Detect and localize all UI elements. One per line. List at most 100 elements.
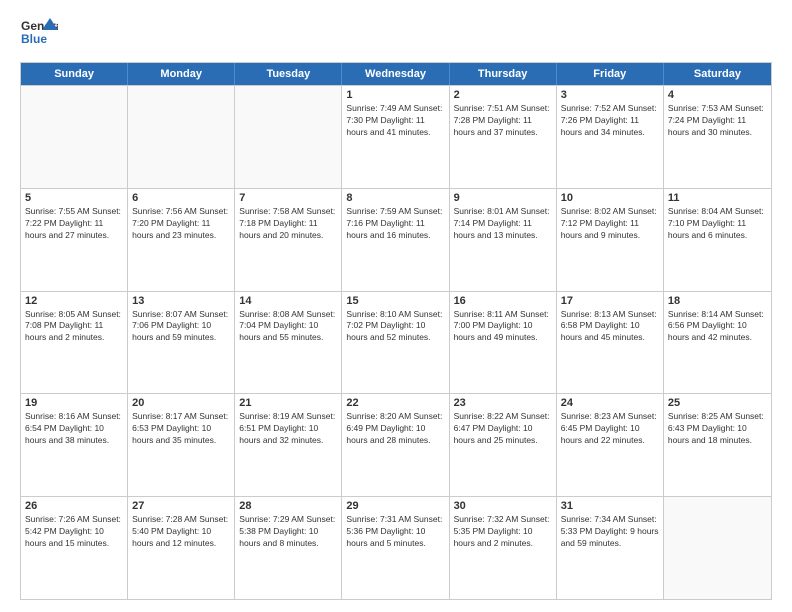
day-info: Sunrise: 8:08 AM Sunset: 7:04 PM Dayligh… bbox=[239, 309, 337, 345]
calendar-day-cell: 14 Sunrise: 8:08 AM Sunset: 7:04 PM Dayli… bbox=[235, 292, 342, 394]
calendar-day-cell: 9Sunrise: 8:01 AM Sunset: 7:14 PM Daylig… bbox=[450, 189, 557, 291]
day-info: Sunrise: 8:14 AM Sunset: 6:56 PM Dayligh… bbox=[668, 309, 767, 345]
day-info: Sunrise: 8:07 AM Sunset: 7:06 PM Dayligh… bbox=[132, 309, 230, 345]
day-info: Sunrise: 8:17 AM Sunset: 6:53 PM Dayligh… bbox=[132, 411, 230, 447]
day-number: 22 bbox=[346, 397, 444, 409]
calendar-row: 1Sunrise: 7:49 AM Sunset: 7:30 PM Daylig… bbox=[21, 85, 771, 188]
calendar-day-cell: 4 Sunrise: 7:53 AM Sunset: 7:24 PM Daylig… bbox=[664, 86, 771, 188]
day-number: 10 bbox=[561, 192, 659, 204]
day-number: 4 bbox=[668, 89, 767, 101]
day-info: Sunrise: 7:53 AM Sunset: 7:24 PM Dayligh… bbox=[668, 103, 767, 139]
day-number: 27 bbox=[132, 500, 230, 512]
day-info: Sunrise: 7:59 AM Sunset: 7:16 PM Dayligh… bbox=[346, 206, 444, 242]
day-number: 6 bbox=[132, 192, 230, 204]
weekday-header: Tuesday bbox=[235, 63, 342, 85]
calendar-day-cell: 5 Sunrise: 7:55 AM Sunset: 7:22 PM Daylig… bbox=[21, 189, 128, 291]
day-info: Sunrise: 8:10 AM Sunset: 7:02 PM Dayligh… bbox=[346, 309, 444, 345]
day-number: 21 bbox=[239, 397, 337, 409]
logo-icon: General Blue bbox=[20, 16, 58, 54]
empty-cell bbox=[235, 86, 342, 188]
calendar-day-cell: 18 Sunrise: 8:14 AM Sunset: 6:56 PM Dayli… bbox=[664, 292, 771, 394]
day-info: Sunrise: 8:11 AM Sunset: 7:00 PM Dayligh… bbox=[454, 309, 552, 345]
calendar-row: 5 Sunrise: 7:55 AM Sunset: 7:22 PM Daylig… bbox=[21, 188, 771, 291]
calendar-day-cell: 28 Sunrise: 7:29 AM Sunset: 5:38 PM Dayli… bbox=[235, 497, 342, 599]
calendar-day-cell: 10 Sunrise: 8:02 AM Sunset: 7:12 PM Dayli… bbox=[557, 189, 664, 291]
calendar-day-cell: 17Sunrise: 8:13 AM Sunset: 6:58 PM Dayli… bbox=[557, 292, 664, 394]
calendar-day-cell: 16Sunrise: 8:11 AM Sunset: 7:00 PM Dayli… bbox=[450, 292, 557, 394]
calendar-row: 26Sunrise: 7:26 AM Sunset: 5:42 PM Dayli… bbox=[21, 496, 771, 599]
day-number: 28 bbox=[239, 500, 337, 512]
calendar-day-cell: 23 Sunrise: 8:22 AM Sunset: 6:47 PM Dayli… bbox=[450, 394, 557, 496]
day-number: 15 bbox=[346, 295, 444, 307]
day-number: 7 bbox=[239, 192, 337, 204]
calendar-header: SundayMondayTuesdayWednesdayThursdayFrid… bbox=[21, 63, 771, 85]
day-info: Sunrise: 8:02 AM Sunset: 7:12 PM Dayligh… bbox=[561, 206, 659, 242]
calendar-day-cell: 1Sunrise: 7:49 AM Sunset: 7:30 PM Daylig… bbox=[342, 86, 449, 188]
day-number: 19 bbox=[25, 397, 123, 409]
calendar-day-cell: 30 Sunrise: 7:32 AM Sunset: 5:35 PM Dayli… bbox=[450, 497, 557, 599]
calendar-day-cell: 20 Sunrise: 8:17 AM Sunset: 6:53 PM Dayli… bbox=[128, 394, 235, 496]
day-number: 12 bbox=[25, 295, 123, 307]
calendar-day-cell: 24 Sunrise: 8:23 AM Sunset: 6:45 PM Dayli… bbox=[557, 394, 664, 496]
svg-text:Blue: Blue bbox=[21, 32, 47, 46]
weekday-header: Thursday bbox=[450, 63, 557, 85]
calendar-day-cell: 25 Sunrise: 8:25 AM Sunset: 6:43 PM Dayli… bbox=[664, 394, 771, 496]
day-number: 18 bbox=[668, 295, 767, 307]
day-number: 30 bbox=[454, 500, 552, 512]
day-info: Sunrise: 8:01 AM Sunset: 7:14 PM Dayligh… bbox=[454, 206, 552, 242]
calendar-day-cell: 12 Sunrise: 8:05 AM Sunset: 7:08 PM Dayli… bbox=[21, 292, 128, 394]
calendar-row: 19 Sunrise: 8:16 AM Sunset: 6:54 PM Dayli… bbox=[21, 393, 771, 496]
day-number: 14 bbox=[239, 295, 337, 307]
calendar: SundayMondayTuesdayWednesdayThursdayFrid… bbox=[20, 62, 772, 600]
day-info: Sunrise: 8:04 AM Sunset: 7:10 PM Dayligh… bbox=[668, 206, 767, 242]
day-info: Sunrise: 8:05 AM Sunset: 7:08 PM Dayligh… bbox=[25, 309, 123, 345]
empty-cell bbox=[664, 497, 771, 599]
day-info: Sunrise: 8:25 AM Sunset: 6:43 PM Dayligh… bbox=[668, 411, 767, 447]
day-number: 2 bbox=[454, 89, 552, 101]
day-info: Sunrise: 7:55 AM Sunset: 7:22 PM Dayligh… bbox=[25, 206, 123, 242]
calendar-day-cell: 11 Sunrise: 8:04 AM Sunset: 7:10 PM Dayli… bbox=[664, 189, 771, 291]
day-number: 11 bbox=[668, 192, 767, 204]
weekday-header: Wednesday bbox=[342, 63, 449, 85]
day-info: Sunrise: 7:56 AM Sunset: 7:20 PM Dayligh… bbox=[132, 206, 230, 242]
day-info: Sunrise: 7:32 AM Sunset: 5:35 PM Dayligh… bbox=[454, 514, 552, 550]
day-info: Sunrise: 8:16 AM Sunset: 6:54 PM Dayligh… bbox=[25, 411, 123, 447]
day-number: 24 bbox=[561, 397, 659, 409]
weekday-header: Monday bbox=[128, 63, 235, 85]
day-info: Sunrise: 7:34 AM Sunset: 5:33 PM Dayligh… bbox=[561, 514, 659, 550]
calendar-day-cell: 21 Sunrise: 8:19 AM Sunset: 6:51 PM Dayli… bbox=[235, 394, 342, 496]
weekday-header: Saturday bbox=[664, 63, 771, 85]
day-number: 5 bbox=[25, 192, 123, 204]
day-number: 25 bbox=[668, 397, 767, 409]
calendar-day-cell: 31 Sunrise: 7:34 AM Sunset: 5:33 PM Dayli… bbox=[557, 497, 664, 599]
calendar-day-cell: 22 Sunrise: 8:20 AM Sunset: 6:49 PM Dayli… bbox=[342, 394, 449, 496]
day-info: Sunrise: 8:20 AM Sunset: 6:49 PM Dayligh… bbox=[346, 411, 444, 447]
day-info: Sunrise: 8:13 AM Sunset: 6:58 PM Dayligh… bbox=[561, 309, 659, 345]
day-number: 1 bbox=[346, 89, 444, 101]
empty-cell bbox=[128, 86, 235, 188]
day-info: Sunrise: 8:19 AM Sunset: 6:51 PM Dayligh… bbox=[239, 411, 337, 447]
weekday-header: Sunday bbox=[21, 63, 128, 85]
calendar-day-cell: 15 Sunrise: 8:10 AM Sunset: 7:02 PM Dayli… bbox=[342, 292, 449, 394]
day-number: 31 bbox=[561, 500, 659, 512]
day-info: Sunrise: 7:28 AM Sunset: 5:40 PM Dayligh… bbox=[132, 514, 230, 550]
calendar-day-cell: 3Sunrise: 7:52 AM Sunset: 7:26 PM Daylig… bbox=[557, 86, 664, 188]
day-info: Sunrise: 7:26 AM Sunset: 5:42 PM Dayligh… bbox=[25, 514, 123, 550]
day-info: Sunrise: 7:29 AM Sunset: 5:38 PM Dayligh… bbox=[239, 514, 337, 550]
day-info: Sunrise: 8:22 AM Sunset: 6:47 PM Dayligh… bbox=[454, 411, 552, 447]
day-info: Sunrise: 7:31 AM Sunset: 5:36 PM Dayligh… bbox=[346, 514, 444, 550]
day-number: 23 bbox=[454, 397, 552, 409]
day-number: 13 bbox=[132, 295, 230, 307]
day-number: 3 bbox=[561, 89, 659, 101]
calendar-day-cell: 13 Sunrise: 8:07 AM Sunset: 7:06 PM Dayli… bbox=[128, 292, 235, 394]
calendar-day-cell: 29 Sunrise: 7:31 AM Sunset: 5:36 PM Dayli… bbox=[342, 497, 449, 599]
day-info: Sunrise: 8:23 AM Sunset: 6:45 PM Dayligh… bbox=[561, 411, 659, 447]
weekday-header: Friday bbox=[557, 63, 664, 85]
logo: General Blue bbox=[20, 16, 58, 54]
calendar-day-cell: 19 Sunrise: 8:16 AM Sunset: 6:54 PM Dayli… bbox=[21, 394, 128, 496]
empty-cell bbox=[21, 86, 128, 188]
calendar-day-cell: 8Sunrise: 7:59 AM Sunset: 7:16 PM Daylig… bbox=[342, 189, 449, 291]
calendar-row: 12 Sunrise: 8:05 AM Sunset: 7:08 PM Dayli… bbox=[21, 291, 771, 394]
day-number: 20 bbox=[132, 397, 230, 409]
day-number: 29 bbox=[346, 500, 444, 512]
